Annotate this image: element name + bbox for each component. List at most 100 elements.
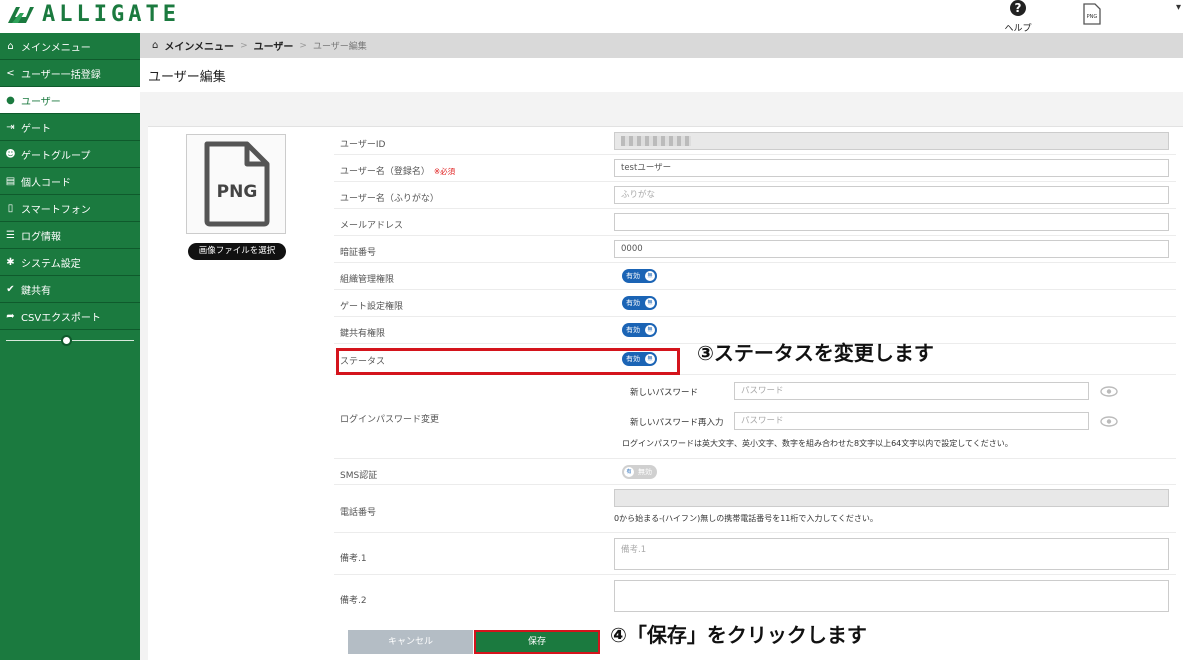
account-dropdown-caret-icon[interactable]: ▾ bbox=[1176, 2, 1181, 13]
note1-textarea[interactable]: 備考.1 bbox=[614, 538, 1169, 570]
sidebar-item-key-share[interactable]: ✔ 鍵共有 bbox=[0, 276, 140, 303]
select-image-button[interactable]: 画像ファイルを選択 bbox=[188, 243, 286, 260]
sidebar-item-label: CSVエクスポート bbox=[21, 312, 101, 324]
row-gate-setting: ゲート設定権限 有効無 bbox=[334, 290, 1176, 317]
new-password-input[interactable]: パスワード bbox=[734, 382, 1089, 400]
kana-input[interactable]: ふりがな bbox=[614, 186, 1169, 204]
note2-textarea[interactable] bbox=[614, 580, 1169, 612]
sidebar-item-csv-export[interactable]: ➦ CSVエクスポート bbox=[0, 303, 140, 330]
username-label: ユーザー名（登録名） ※必須 bbox=[340, 164, 455, 177]
sidebar-item-label: ゲート bbox=[21, 123, 51, 135]
note1-label: 備考.1 bbox=[340, 554, 367, 564]
step3-annotation: ③ステータスを変更します bbox=[697, 341, 934, 365]
sidebar-item-system-settings[interactable]: ✱ システム設定 bbox=[0, 249, 140, 276]
sidebar-item-label: ユーザー一括登録 bbox=[21, 69, 101, 81]
row-note1: 備考.1 備考.1 bbox=[334, 533, 1176, 575]
sidebar-item-label: ログ情報 bbox=[21, 231, 61, 243]
sidebar-item-gate[interactable]: ⇥ ゲート bbox=[0, 114, 140, 141]
phone-note: 0から始まる-(ハイフン)無しの携帯電話番号を11桁で入力してください。 bbox=[614, 514, 878, 523]
sidebar-item-log[interactable]: ☰ ログ情報 bbox=[0, 222, 140, 249]
user-avatar-png-icon[interactable]: PNG bbox=[1082, 3, 1102, 25]
toggle-knob: 有 bbox=[624, 467, 634, 477]
main-content: ⌂ メインメニュー > ユーザー > ユーザー編集 ユーザー編集 PNG 画像フ… bbox=[140, 33, 1183, 660]
row-kana: ユーザー名（ふりがな） ふりがな bbox=[334, 182, 1176, 209]
key-share-label: 鍵共有権限 bbox=[340, 329, 386, 339]
sidebar-item-personal-code[interactable]: ▤ 個人コード bbox=[0, 168, 140, 195]
required-mark: ※必須 bbox=[433, 167, 456, 176]
sidebar-collapse-slider[interactable] bbox=[0, 330, 140, 352]
sidebar-item-label: スマートフォン bbox=[21, 204, 91, 216]
home-icon: ⌂ bbox=[152, 40, 159, 51]
sidebar-item-label: メインメニュー bbox=[21, 42, 91, 54]
org-admin-label: 組織管理権限 bbox=[340, 275, 395, 285]
check-icon: ✔ bbox=[6, 283, 15, 295]
sidebar-item-bulk-register[interactable]: < ユーザー一括登録 bbox=[0, 60, 140, 87]
phone-input[interactable] bbox=[614, 489, 1169, 507]
show-password-eye-icon[interactable] bbox=[1100, 386, 1118, 397]
png-placeholder-text: PNG bbox=[217, 182, 258, 202]
card-icon: ▤ bbox=[5, 175, 16, 187]
toggle-knob: 無 bbox=[645, 271, 655, 281]
breadcrumb-parent[interactable]: ユーザー bbox=[254, 38, 294, 53]
show-password-confirm-eye-icon[interactable] bbox=[1100, 416, 1118, 427]
row-pin: 暗証番号 0000 bbox=[334, 236, 1176, 263]
help-icon: ? bbox=[1010, 0, 1026, 16]
signin-icon: ⇥ bbox=[6, 121, 15, 133]
share-arrow-icon: ➦ bbox=[6, 310, 15, 322]
breadcrumb-home[interactable]: メインメニュー bbox=[164, 38, 234, 53]
home-icon: ⌂ bbox=[7, 40, 14, 52]
slider-knob[interactable] bbox=[61, 335, 72, 346]
help-button[interactable]: ? ヘルプ bbox=[1000, 0, 1036, 35]
pin-input[interactable]: 0000 bbox=[614, 240, 1169, 258]
sidebar-item-label: ゲートグループ bbox=[21, 150, 91, 162]
breadcrumb-separator: > bbox=[299, 40, 307, 51]
row-email: メールアドレス bbox=[334, 209, 1176, 236]
list-icon: ☰ bbox=[6, 229, 15, 241]
row-sms: SMS認証 有無効 bbox=[334, 459, 1176, 485]
png-icon-text: PNG bbox=[1087, 14, 1098, 20]
phone-icon: ▯ bbox=[7, 202, 14, 214]
status-highlight-box bbox=[336, 348, 680, 375]
username-input[interactable]: testユーザー bbox=[614, 159, 1169, 177]
login-password-label: ログインパスワード変更 bbox=[340, 415, 440, 425]
row-note2: 備考.2 bbox=[334, 575, 1176, 619]
breadcrumb-separator: > bbox=[240, 40, 248, 51]
png-file-icon: PNG bbox=[204, 141, 270, 227]
email-label: メールアドレス bbox=[340, 221, 404, 231]
alligator-logo-icon bbox=[8, 6, 34, 23]
row-phone: 電話番号 0から始まる-(ハイフン)無しの携帯電話番号を11桁で入力してください… bbox=[334, 485, 1176, 533]
sms-label: SMS認証 bbox=[340, 471, 378, 481]
toggle-on-text: 有効 bbox=[626, 299, 640, 307]
sidebar-item-users[interactable]: ● ユーザー bbox=[0, 87, 148, 114]
username-label-text: ユーザー名（登録名） bbox=[340, 167, 430, 177]
sidebar: ⌂ メインメニュー < ユーザー一括登録 ● ユーザー ⇥ ゲート ☻ ゲートグループ ▤… bbox=[0, 33, 148, 660]
user-id-field bbox=[614, 132, 1169, 150]
toggle-knob: 無 bbox=[645, 298, 655, 308]
sms-toggle[interactable]: 有無効 bbox=[622, 465, 657, 479]
new-password-confirm-input[interactable]: パスワード bbox=[734, 412, 1089, 430]
row-username: ユーザー名（登録名） ※必須 testユーザー bbox=[334, 155, 1176, 182]
email-input[interactable] bbox=[614, 213, 1169, 231]
sidebar-item-label: ユーザー bbox=[21, 96, 61, 108]
row-login-password: ログインパスワード変更 新しいパスワード パスワード 新しいパスワード再入力 パ… bbox=[334, 375, 1176, 459]
save-button[interactable]: 保存 bbox=[474, 630, 600, 654]
sidebar-item-gate-group[interactable]: ☻ ゲートグループ bbox=[0, 141, 140, 168]
cancel-button[interactable]: キャンセル bbox=[348, 630, 473, 654]
phone-label: 電話番号 bbox=[340, 508, 377, 518]
sidebar-item-label: 個人コード bbox=[21, 177, 71, 189]
user-image-preview: PNG bbox=[186, 134, 286, 234]
logo[interactable]: ALLIGATE bbox=[6, 2, 180, 27]
user-icon: ● bbox=[6, 94, 15, 106]
breadcrumb: ⌂ メインメニュー > ユーザー > ユーザー編集 bbox=[140, 33, 1183, 58]
sidebar-item-smartphone[interactable]: ▯ スマートフォン bbox=[0, 195, 140, 222]
row-user-id: ユーザーID bbox=[334, 127, 1176, 155]
sidebar-item-main-menu[interactable]: ⌂ メインメニュー bbox=[0, 33, 140, 60]
top-bar: ALLIGATE ? ヘルプ PNG ▾ bbox=[0, 0, 1183, 35]
page-title: ユーザー編集 bbox=[140, 58, 1183, 92]
org-admin-toggle[interactable]: 有効無 bbox=[622, 269, 657, 283]
sidebar-item-label: システム設定 bbox=[21, 258, 81, 270]
key-share-toggle[interactable]: 有効無 bbox=[622, 323, 657, 337]
toggle-off-text: 無効 bbox=[638, 468, 652, 476]
gate-setting-toggle[interactable]: 有効無 bbox=[622, 296, 657, 310]
new-password-label: 新しいパスワード bbox=[630, 388, 699, 398]
